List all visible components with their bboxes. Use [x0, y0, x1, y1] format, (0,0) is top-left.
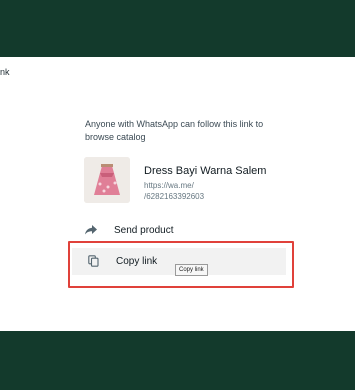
send-product-button[interactable]: Send product: [84, 219, 174, 241]
bottom-dark-band: [0, 331, 355, 390]
pink-dress-image: [84, 157, 130, 203]
product-thumbnail[interactable]: [84, 157, 130, 203]
product-name: Dress Bayi Warna Salem: [144, 165, 267, 177]
product-link-line1: https://wa.me/: [144, 181, 194, 190]
product-link-line2: /6282163392603: [144, 192, 205, 201]
share-arrow-icon: [84, 223, 98, 237]
top-dark-band: [0, 0, 355, 57]
product-link[interactable]: https://wa.me/ /6282163392603: [144, 180, 224, 202]
share-info-text: Anyone with WhatsApp can follow this lin…: [85, 119, 264, 142]
copy-link-tooltip: Copy link: [175, 264, 208, 276]
cropped-title-text: nk: [0, 67, 10, 77]
send-product-label: Send product: [114, 224, 174, 236]
